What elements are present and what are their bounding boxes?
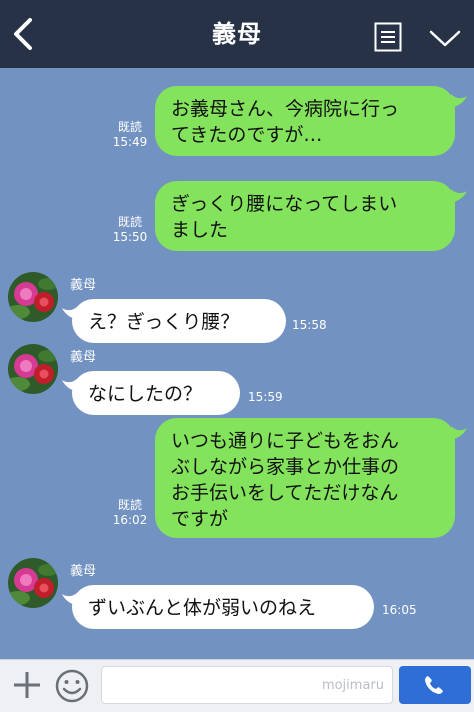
bubble-tail	[451, 426, 467, 440]
plus-icon[interactable]	[12, 670, 42, 700]
message-time: 16:02	[112, 513, 148, 527]
message-input-bar: mojimaru	[0, 659, 474, 712]
chat-header: 義母	[0, 0, 474, 68]
menu-icon[interactable]	[374, 22, 402, 52]
sender-name: 義母	[70, 350, 97, 365]
avatar[interactable]	[8, 344, 58, 394]
phone-icon	[425, 676, 443, 694]
sent-bubble[interactable]: いつも通りに子どもをおん ぶしながら家事とか仕事の お手伝いをしてただけなん で…	[155, 418, 455, 538]
message-line: ですが	[171, 508, 229, 530]
sender-name: 義母	[70, 278, 97, 293]
rose-avatar-icon	[8, 272, 58, 322]
message-time: 16:05	[382, 603, 417, 617]
avatar[interactable]	[8, 272, 58, 322]
avatar[interactable]	[8, 558, 58, 608]
call-button[interactable]	[399, 666, 471, 704]
message-time: 15:49	[112, 135, 148, 149]
chat-title: 義母	[212, 20, 262, 48]
message-line: てきたのですが…	[171, 124, 323, 146]
sender-name: 義母	[70, 564, 97, 579]
received-bubble[interactable]: え？ぎっくり腰？	[72, 299, 286, 343]
message-time: 15:50	[112, 230, 148, 244]
message-line: お義母さん、今病院に行っ	[171, 98, 400, 120]
message-time: 15:59	[248, 390, 283, 404]
message-line: ました	[171, 219, 229, 241]
message-line: お手伝いをしてただけなん	[171, 482, 399, 504]
message-text: なにしたの？	[88, 383, 203, 405]
received-bubble[interactable]: ずいぶんと体が弱いのねえ	[72, 585, 374, 629]
bubble-tail	[451, 189, 467, 203]
bubble-tail	[451, 94, 467, 108]
message-input[interactable]: mojimaru	[101, 666, 393, 704]
read-receipt: 既読	[117, 120, 142, 134]
message-line: いつも通りに子どもをおん	[171, 430, 400, 452]
message-meta: 既読 16:02	[110, 498, 150, 528]
received-bubble[interactable]: なにしたの？	[72, 371, 240, 415]
message-line: ぎっくり腰になってしまい	[171, 193, 398, 215]
read-receipt: 既読	[117, 215, 142, 229]
smiley-icon[interactable]	[54, 668, 90, 704]
rose-avatar-icon	[8, 344, 58, 394]
message-line: ぶしながら家事とか仕事の	[171, 456, 400, 478]
message-text: ずいぶんと体が弱いのねえ	[88, 597, 317, 619]
message-text: え？ぎっくり腰？	[88, 311, 240, 333]
chevron-down-icon[interactable]	[428, 28, 462, 50]
watermark-text: mojimaru	[321, 678, 384, 693]
message-time: 15:58	[292, 318, 327, 332]
sent-bubble[interactable]: お義母さん、今病院に行っ てきたのですが…	[155, 86, 455, 156]
sent-bubble[interactable]: ぎっくり腰になってしまい ました	[155, 181, 455, 251]
chat-area[interactable]: お義母さん、今病院に行っ てきたのですが… 既読 15:49 ぎっくり腰になって…	[0, 68, 474, 659]
read-receipt: 既読	[117, 498, 142, 512]
rose-avatar-icon	[8, 558, 58, 608]
message-meta: 既読 15:50	[110, 215, 150, 245]
message-meta: 既読 15:49	[110, 120, 150, 150]
